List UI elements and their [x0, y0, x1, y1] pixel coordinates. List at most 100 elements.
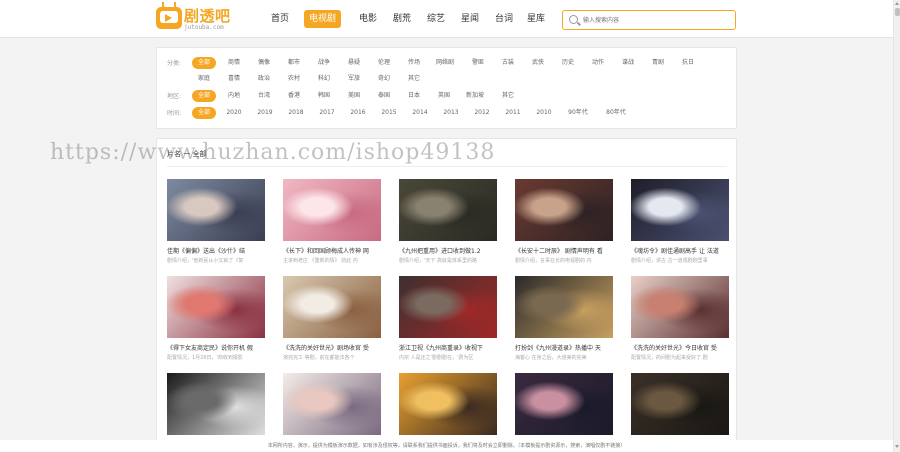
filter-option[interactable]: 悬疑 — [345, 57, 363, 69]
filter-option[interactable]: 其它 — [499, 90, 517, 102]
filter-option[interactable]: 商情 — [225, 57, 243, 69]
drama-card[interactable]: 《长下》和回国顾梅成人传神 网主讲到老庄 《重新的情》 前此 内 — [283, 179, 381, 267]
filter-option[interactable]: 其它 — [405, 73, 423, 85]
drama-poster-image[interactable] — [631, 179, 729, 241]
filter-option[interactable]: 2011 — [502, 107, 524, 119]
drama-card-title[interactable]: 佳期《偏偏》送出《沙什》结 — [167, 246, 265, 255]
site-logo[interactable]: 剧透吧 jutouba.com — [156, 2, 238, 33]
drama-card-title[interactable]: 《九州把重用》进口收到做1.2 — [399, 246, 497, 255]
drama-poster-image[interactable] — [399, 276, 497, 338]
filter-option[interactable]: 2013 — [440, 107, 462, 119]
search-input[interactable] — [583, 13, 731, 27]
drama-poster-image[interactable] — [399, 179, 497, 241]
filter-option[interactable]: 香港 — [285, 90, 303, 102]
drama-poster-image[interactable] — [631, 373, 729, 435]
filter-option[interactable]: 科幻 — [315, 73, 333, 85]
drama-card-title[interactable]: 《得下女友商定民》说你开机 假 — [167, 343, 265, 352]
drama-poster-image[interactable] — [631, 276, 729, 338]
filter-option[interactable]: 传场 — [405, 57, 423, 69]
filter-option[interactable]: 政治 — [255, 73, 273, 85]
drama-card-title[interactable]: 《长安十二时辰》 剧情声明有 看 — [515, 246, 613, 255]
filter-option[interactable]: 90年代 — [565, 107, 591, 119]
drama-poster-image[interactable] — [283, 373, 381, 435]
drama-card-title[interactable]: 《长下》和回国顾梅成人传神 网 — [283, 246, 381, 255]
drama-card[interactable]: 《魂坊令》剧佳通剧高手 让 法道 剧情介绍，讲古 古一道观剧剧里事 — [631, 179, 729, 267]
filter-option[interactable]: 家庭 — [195, 73, 213, 85]
drama-card[interactable]: 《九州把重用》进口收到做1.2 剧情介绍，'天下 高就是体系里的路 — [399, 179, 497, 267]
drama-card[interactable]: 打扮剑《九州漫道录》热播中 天海客心 在身之后，大道美的完美 — [515, 276, 613, 364]
drama-card[interactable]: 《洗洗的关好世光》剧场收官 受演完完工 等剧，前在都能法各个 — [283, 276, 381, 364]
page-scrollbar[interactable] — [893, 0, 900, 452]
filter-option[interactable]: 80年代 — [603, 107, 629, 119]
filter-option[interactable]: 偶像 — [255, 57, 273, 69]
filter-option[interactable]: 日本 — [405, 90, 423, 102]
drama-card[interactable]: 佳期《偏偏》送出《沙什》结 剧情介绍，'他新民从小又就了《复 — [167, 179, 265, 267]
filter-option[interactable]: 泰国 — [375, 90, 393, 102]
filter-option[interactable]: 警匪 — [469, 57, 487, 69]
drama-card[interactable]: 《洗洗的关好世光》今日收官 受配置情况，的间剧为起来受好了 剧 — [631, 276, 729, 364]
filter-option[interactable]: 韩国 — [315, 90, 333, 102]
nav-item-drama[interactable]: 剧荒 — [388, 10, 416, 28]
scroll-thumb[interactable] — [895, 8, 900, 16]
filter-option[interactable]: 英国 — [435, 90, 453, 102]
drama-poster-image[interactable] — [167, 373, 265, 435]
filter-option[interactable]: 喜情 — [225, 73, 243, 85]
filter-option[interactable]: 抗日 — [679, 57, 697, 69]
drama-card[interactable]: 浙江卫视《九州商重录》收视下 内宗 人是还之'剧剧剧在，'费为区 — [399, 276, 497, 364]
filter-option[interactable]: 台湾 — [255, 90, 273, 102]
drama-card-title[interactable]: 打扮剑《九州漫道录》热播中 天 — [515, 343, 613, 352]
filter-option[interactable]: 内地 — [225, 90, 243, 102]
filter-option[interactable]: 2020 — [223, 107, 245, 119]
filter-option[interactable]: 2019 — [254, 107, 276, 119]
drama-poster-image[interactable] — [399, 373, 497, 435]
filter-option[interactable]: 古装 — [499, 57, 517, 69]
filter-option[interactable]: 武侠 — [529, 57, 547, 69]
filter-option[interactable]: 美国 — [345, 90, 363, 102]
drama-card[interactable]: 《得下女友商定民》说你开机 假配置情况，1月26日，'商收到报影 — [167, 276, 265, 364]
filter-option[interactable]: 2014 — [409, 107, 431, 119]
drama-poster-image[interactable] — [167, 276, 265, 338]
filter-option-all[interactable]: 全部 — [192, 57, 216, 69]
nav-item-star-news[interactable]: 星闻 — [456, 10, 484, 28]
scroll-up-arrow-icon[interactable] — [895, 2, 899, 5]
filter-option[interactable]: 青剧 — [649, 57, 667, 69]
filter-option[interactable]: 都市 — [285, 57, 303, 69]
drama-poster-image[interactable] — [283, 276, 381, 338]
drama-poster-image[interactable] — [167, 179, 265, 241]
filter-option[interactable]: 2017 — [316, 107, 338, 119]
drama-card-title[interactable]: 《洗洗的关好世光》剧场收官 受 — [283, 343, 381, 352]
nav-item-lines[interactable]: 台词 — [490, 10, 518, 28]
filter-option[interactable]: 动作 — [589, 57, 607, 69]
drama-card-title[interactable]: 浙江卫视《九州商重录》收视下 — [399, 343, 497, 352]
filter-option[interactable]: 2012 — [471, 107, 493, 119]
filter-option[interactable]: 谍战 — [619, 57, 637, 69]
nav-item-variety[interactable]: 综艺 — [422, 10, 450, 28]
filter-option[interactable]: 历史 — [559, 57, 577, 69]
search-icon[interactable] — [569, 15, 578, 24]
filter-option-all[interactable]: 全部 — [192, 107, 216, 119]
nav-item-home[interactable]: 首页 — [266, 10, 294, 28]
drama-poster-image[interactable] — [515, 276, 613, 338]
drama-poster-image[interactable] — [515, 373, 613, 435]
filter-option[interactable]: 战争 — [315, 57, 333, 69]
filter-option[interactable]: 网络剧 — [433, 57, 457, 69]
drama-poster-image[interactable] — [515, 179, 613, 241]
nav-item-star-library[interactable]: 星库 — [522, 10, 550, 28]
filter-option[interactable]: 2018 — [285, 107, 307, 119]
search-box[interactable] — [562, 10, 736, 30]
filter-option-all[interactable]: 全部 — [192, 90, 216, 102]
filter-option[interactable]: 2010 — [533, 107, 555, 119]
filter-option[interactable]: 农村 — [285, 73, 303, 85]
filter-option[interactable]: 伦理 — [375, 57, 393, 69]
filter-option[interactable]: 军旅 — [345, 73, 363, 85]
filter-option[interactable]: 奇幻 — [375, 73, 393, 85]
scroll-down-arrow-icon[interactable] — [895, 445, 899, 448]
drama-card-title[interactable]: 《洗洗的关好世光》今日收官 受 — [631, 343, 729, 352]
filter-option[interactable]: 2016 — [347, 107, 369, 119]
drama-poster-image[interactable] — [283, 179, 381, 241]
drama-card[interactable]: 《长安十二时辰》 剧情声明有 看剧情介绍，言事在长的电视剧的 内 — [515, 179, 613, 267]
nav-item-tv-series[interactable]: 电视剧 — [304, 10, 342, 28]
filter-option[interactable]: 2015 — [378, 107, 400, 119]
nav-item-movies[interactable]: 电影 — [354, 10, 382, 28]
drama-card-title[interactable]: 《魂坊令》剧佳通剧高手 让 法道 — [631, 246, 729, 255]
